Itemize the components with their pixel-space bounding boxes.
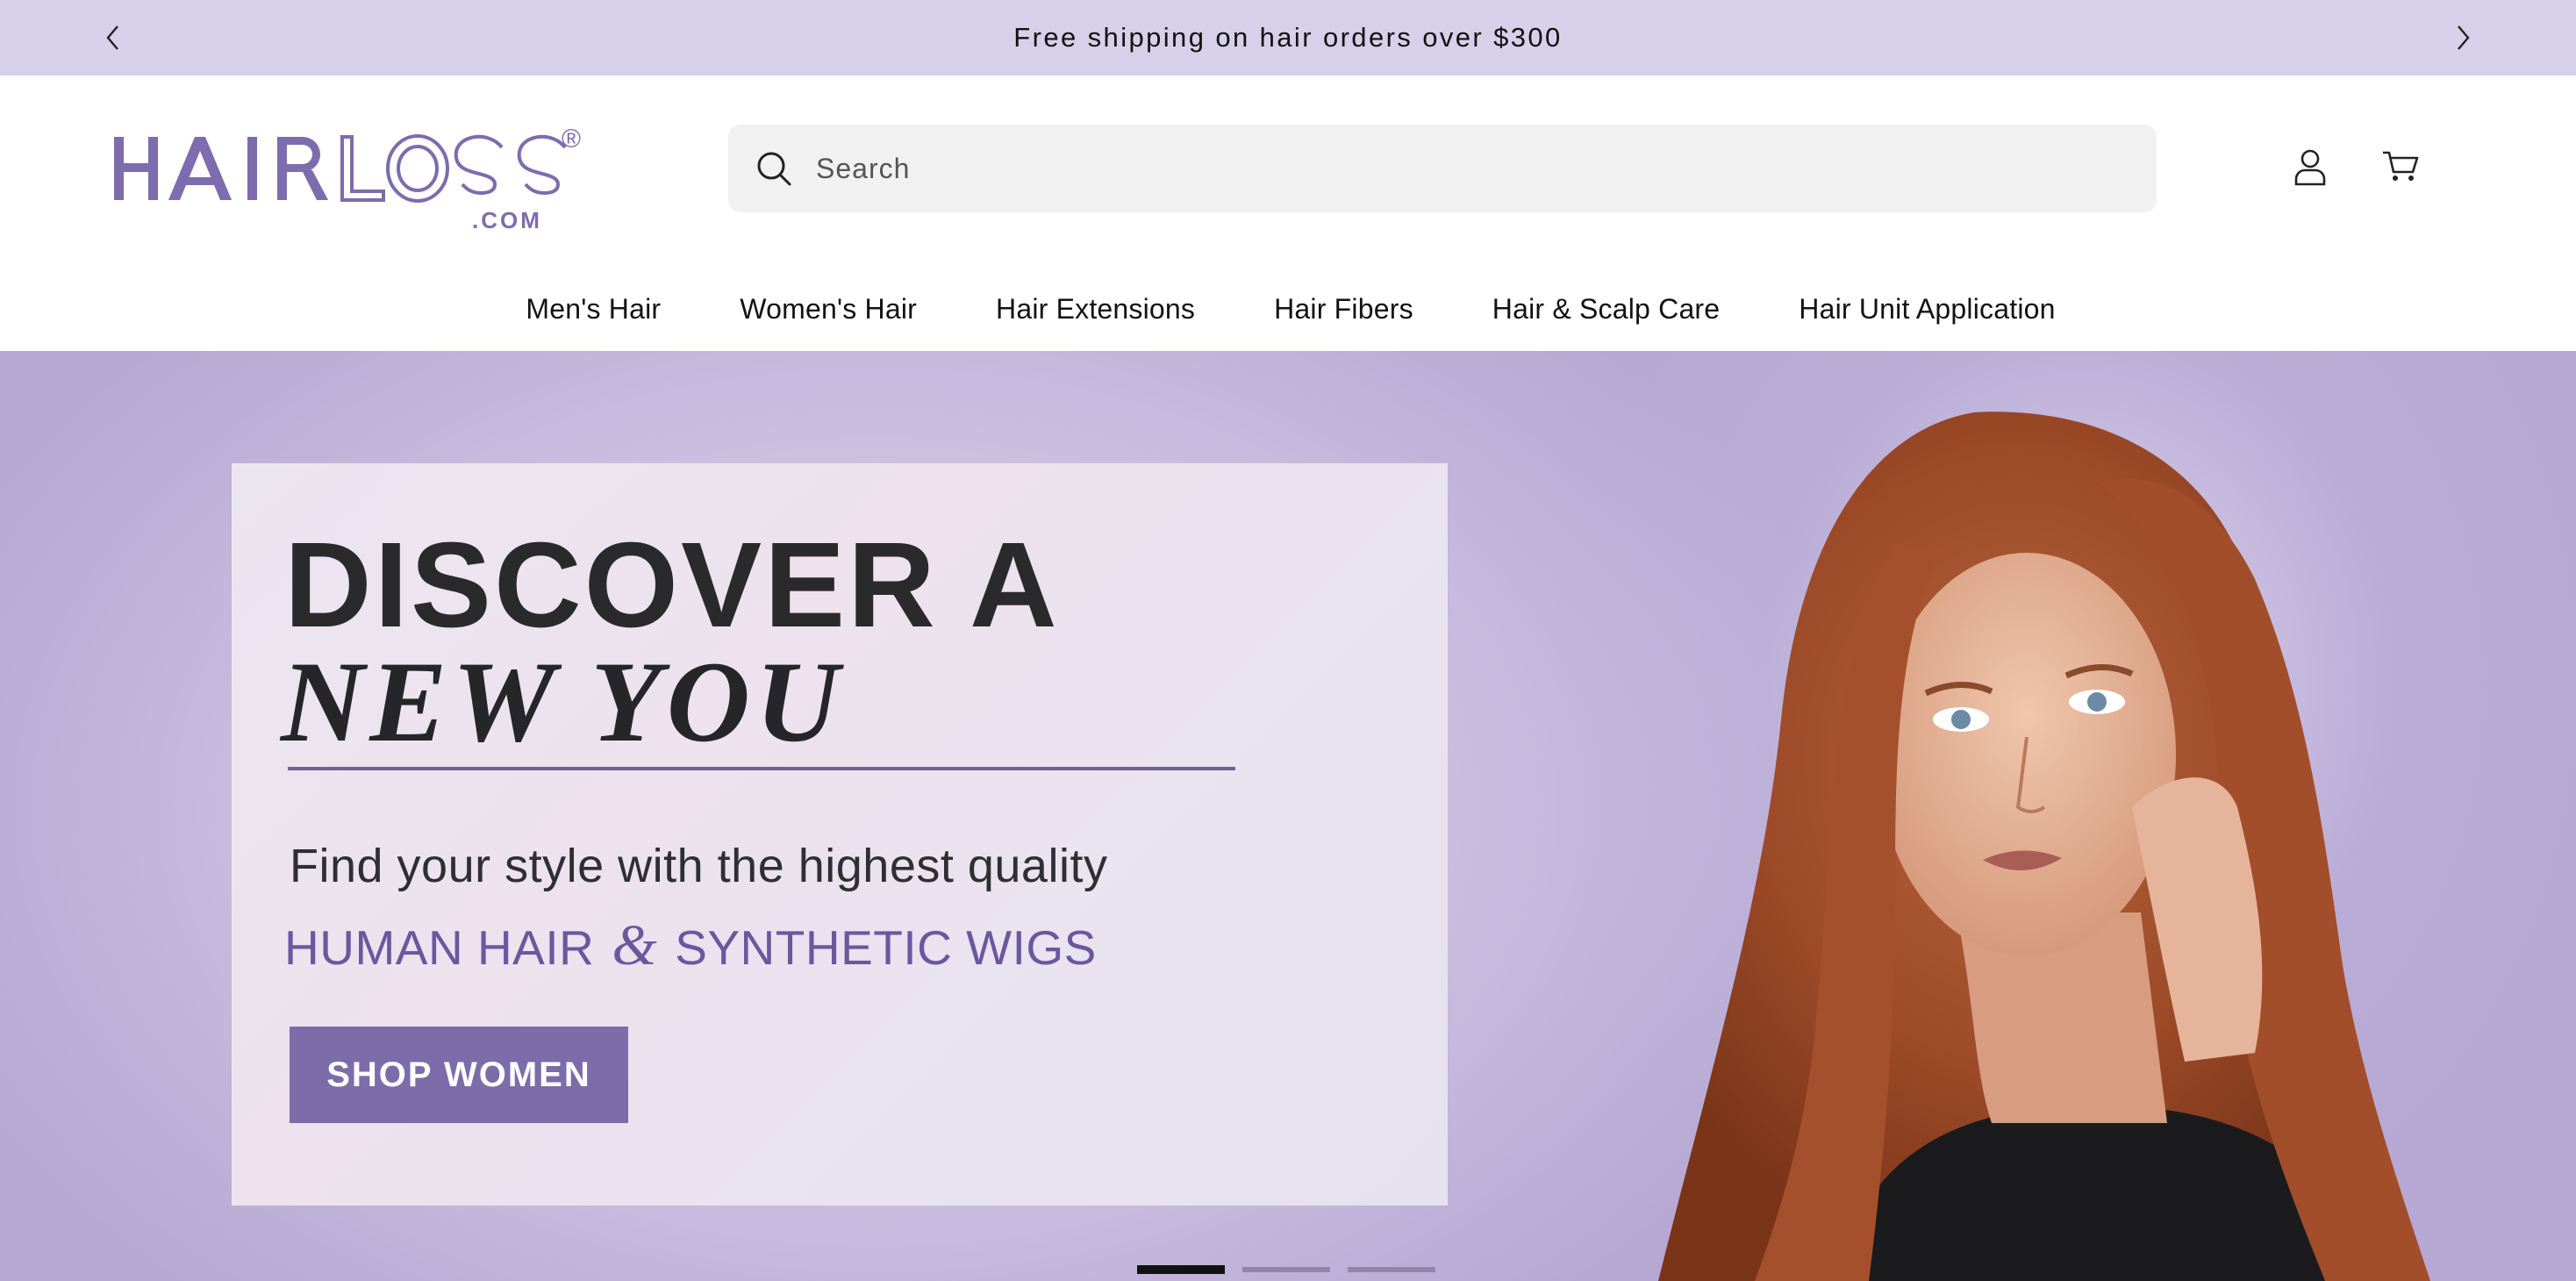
- nav-item-hair-scalp-care[interactable]: Hair & Scalp Care: [1492, 274, 1721, 344]
- announcement-text: Free shipping on hair orders over $300: [1013, 22, 1563, 53]
- hero-headline: DISCOVER A: [284, 518, 1060, 653]
- account-button[interactable]: [2284, 140, 2336, 193]
- main-navigation: Men's Hair Women's Hair Hair Extensions …: [0, 274, 2576, 344]
- nav-item-hair-unit-application[interactable]: Hair Unit Application: [1799, 274, 2055, 344]
- hero-product-ampersand: &: [612, 913, 658, 977]
- cart-icon: [2383, 151, 2419, 181]
- hero-banner: DISCOVER A NEW YOU Find your style with …: [0, 351, 2576, 1281]
- slide-indicator-2[interactable]: [1242, 1267, 1330, 1272]
- slide-indicator-1[interactable]: [1137, 1265, 1225, 1274]
- hero-divider: [288, 767, 1235, 770]
- logo-registered-mark: ®: [562, 125, 582, 154]
- hero-product-line: HUMAN HAIR & SYNTHETIC WIGS: [284, 912, 1097, 979]
- announcement-prev-button[interactable]: [91, 16, 135, 60]
- hero-product-human-hair: HUMAN HAIR: [284, 920, 595, 975]
- announcement-next-button[interactable]: [2441, 16, 2485, 60]
- hero-headline-italic: NEW YOU: [281, 637, 845, 766]
- slideshow-indicators: [1137, 1265, 1435, 1274]
- logo-suffix: .COM: [472, 207, 542, 233]
- nav-item-hair-extensions[interactable]: Hair Extensions: [996, 274, 1195, 344]
- user-icon: [2294, 149, 2326, 186]
- cart-button[interactable]: [2374, 140, 2427, 193]
- nav-item-hair-fibers[interactable]: Hair Fibers: [1274, 274, 1413, 344]
- announcement-bar: Free shipping on hair orders over $300: [0, 0, 2576, 75]
- search-icon: [757, 152, 791, 186]
- hero-text-panel: DISCOVER A NEW YOU Find your style with …: [232, 463, 1448, 1206]
- nav-item-mens-hair[interactable]: Men's Hair: [526, 274, 661, 344]
- slide-indicator-3[interactable]: [1348, 1267, 1435, 1272]
- shop-women-button[interactable]: SHOP WOMEN: [290, 1027, 628, 1123]
- search-bar[interactable]: [728, 125, 2157, 212]
- nav-item-womens-hair[interactable]: Women's Hair: [740, 274, 917, 344]
- search-input[interactable]: [816, 125, 2132, 212]
- hero-subtitle: Find your style with the highest quality: [290, 840, 1108, 892]
- chevron-right-icon: [2458, 25, 2470, 50]
- site-logo[interactable]: ® .COM: [109, 125, 600, 233]
- site-header: ® .COM Men's Hair Women's Hair Hair Exte…: [0, 75, 2576, 351]
- chevron-left-icon: [106, 25, 118, 50]
- hero-product-synthetic-wigs: SYNTHETIC WIGS: [675, 920, 1097, 975]
- hero-model-image: [1658, 411, 2430, 1281]
